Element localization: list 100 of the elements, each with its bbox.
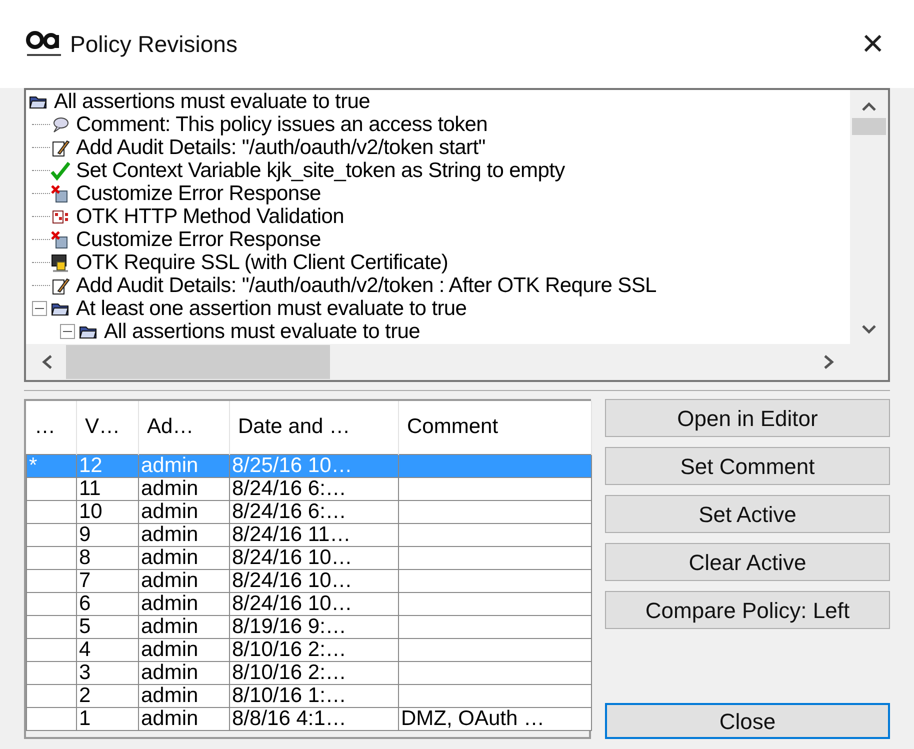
tree-item[interactable]: Set Context Variable kjk_site_token as String to empty <box>76 159 565 182</box>
table-cell: admin <box>138 477 230 500</box>
table-cell: 4 <box>76 638 138 661</box>
table-row[interactable]: 5 admin 8/19/16 9:… <box>26 615 592 638</box>
column-header[interactable]: Ad… <box>138 401 230 454</box>
table-cell: 8/19/16 9:… <box>230 615 398 638</box>
tree-item[interactable]: OTK HTTP Method Validation <box>76 205 344 228</box>
table-cell <box>26 615 76 638</box>
scroll-down-icon[interactable] <box>861 324 877 336</box>
table-cell: 10 <box>76 500 138 523</box>
scroll-thumb[interactable] <box>852 118 886 135</box>
table-cell <box>26 592 76 615</box>
table-cell: 1 <box>76 707 138 730</box>
table-cell <box>26 638 76 661</box>
close-dialog-button[interactable]: Close <box>605 703 890 739</box>
action-button[interactable]: Compare Policy: Left <box>605 591 890 629</box>
notepad-pencil-icon <box>50 276 70 296</box>
table-row[interactable]: 6 admin 8/24/16 10… <box>26 592 592 615</box>
table-cell: DMZ, OAuth … <box>398 707 592 730</box>
table-cell <box>26 684 76 707</box>
table-cell: admin <box>138 454 230 477</box>
table-cell: admin <box>138 684 230 707</box>
table-row[interactable]: 1 admin 8/8/16 4:1… DMZ, OAuth … <box>26 707 592 730</box>
table-cell <box>26 500 76 523</box>
locked-monitor-icon <box>50 252 70 272</box>
close-button[interactable]: × <box>862 25 884 63</box>
table-cell: * <box>26 454 76 477</box>
table-cell: 6 <box>76 592 138 615</box>
tree-item[interactable]: Add Audit Details: "/auth/oauth/v2/token : After OTK Requre SSL <box>76 274 656 297</box>
table-cell: 8/24/16 10… <box>230 569 398 592</box>
table-cell <box>26 546 76 569</box>
scroll-thumb[interactable] <box>66 345 330 379</box>
table-cell: admin <box>138 546 230 569</box>
scroll-up-icon[interactable] <box>861 100 877 112</box>
table-cell: admin <box>138 661 230 684</box>
horizontal-scrollbar[interactable] <box>26 344 888 380</box>
vertical-scrollbar[interactable] <box>850 90 888 344</box>
table-cell: 5 <box>76 615 138 638</box>
table-cell: 8/10/16 2:… <box>230 638 398 661</box>
table-cell: 8/10/16 2:… <box>230 661 398 684</box>
collapse-toggle[interactable] <box>32 301 47 316</box>
table-row[interactable]: 9 admin 8/24/16 11… <box>26 523 592 546</box>
tree-item[interactable]: Customize Error Response <box>76 228 321 251</box>
table-cell: 8/24/16 10… <box>230 592 398 615</box>
table-cell: 12 <box>76 454 138 477</box>
tree-item[interactable]: Comment: This policy issues an access token <box>76 113 488 136</box>
table-cell: admin <box>138 592 230 615</box>
table-cell: admin <box>138 707 230 730</box>
window-title: Policy Revisions <box>70 30 238 59</box>
tree-item[interactable]: Add Audit Details: "/auth/oauth/v2/token start" <box>76 136 486 159</box>
table-cell: 8 <box>76 546 138 569</box>
scroll-left-icon[interactable] <box>40 354 54 370</box>
table-cell <box>26 661 76 684</box>
table-cell: admin <box>138 615 230 638</box>
tree-item[interactable]: All assertions must evaluate to true <box>104 320 420 343</box>
table-cell: 8/24/16 11… <box>230 523 398 546</box>
scroll-right-icon[interactable] <box>822 354 836 370</box>
tree-item[interactable]: At least one assertion must evaluate to true <box>76 297 467 320</box>
table-row[interactable]: 11 admin 8/24/16 6:… <box>26 477 592 500</box>
checkmark-icon <box>50 160 70 180</box>
table-cell: 11 <box>76 477 138 500</box>
table-cell: admin <box>138 523 230 546</box>
table-cell: 8/24/16 10… <box>230 546 398 569</box>
table-cell: admin <box>138 569 230 592</box>
table-cell <box>26 477 76 500</box>
collapse-toggle[interactable] <box>60 324 75 339</box>
table-cell: 8/8/16 4:1… <box>230 707 398 730</box>
table-row[interactable]: 7 admin 8/24/16 10… <box>26 569 592 592</box>
table-cell: 8/24/16 6:… <box>230 500 398 523</box>
table-cell: 8/24/16 6:… <box>230 477 398 500</box>
table-cell: 7 <box>76 569 138 592</box>
table-cell: admin <box>138 500 230 523</box>
table-row[interactable]: 8 admin 8/24/16 10… <box>26 546 592 569</box>
column-header[interactable]: Comment <box>398 401 592 454</box>
table-cell: 2 <box>76 684 138 707</box>
column-header[interactable]: Date and … <box>230 401 398 454</box>
column-header[interactable]: … <box>26 401 76 454</box>
table-row[interactable]: 10 admin 8/24/16 6:… <box>26 500 592 523</box>
table-cell: 8/25/16 10… <box>230 454 398 477</box>
table-cell: 3 <box>76 661 138 684</box>
table-cell: 9 <box>76 523 138 546</box>
table-cell <box>26 569 76 592</box>
column-header[interactable]: V… <box>76 401 138 454</box>
tree-item[interactable]: Customize Error Response <box>76 182 321 205</box>
notepad-pencil-icon <box>50 138 70 158</box>
tree-item[interactable]: OTK Require SSL (with Client Certificate) <box>76 251 448 274</box>
table-cell <box>26 523 76 546</box>
action-button[interactable]: Set Active <box>605 495 890 533</box>
table-cell <box>26 707 76 730</box>
table-row[interactable]: 4 admin 8/10/16 2:… <box>26 638 592 661</box>
table-cell: admin <box>138 638 230 661</box>
action-button[interactable]: Clear Active <box>605 543 890 581</box>
action-button[interactable]: Set Comment <box>605 447 890 485</box>
error-box-icon <box>50 230 70 250</box>
error-box-icon <box>50 184 70 204</box>
table-row[interactable]: 3 admin 8/10/16 2:… <box>26 661 592 684</box>
tree-item[interactable]: All assertions must evaluate to true <box>54 90 370 113</box>
table-cell: 8/10/16 1:… <box>230 684 398 707</box>
action-button[interactable]: Open in Editor <box>605 399 890 437</box>
table-row[interactable]: 2 admin 8/10/16 1:… <box>26 684 592 707</box>
